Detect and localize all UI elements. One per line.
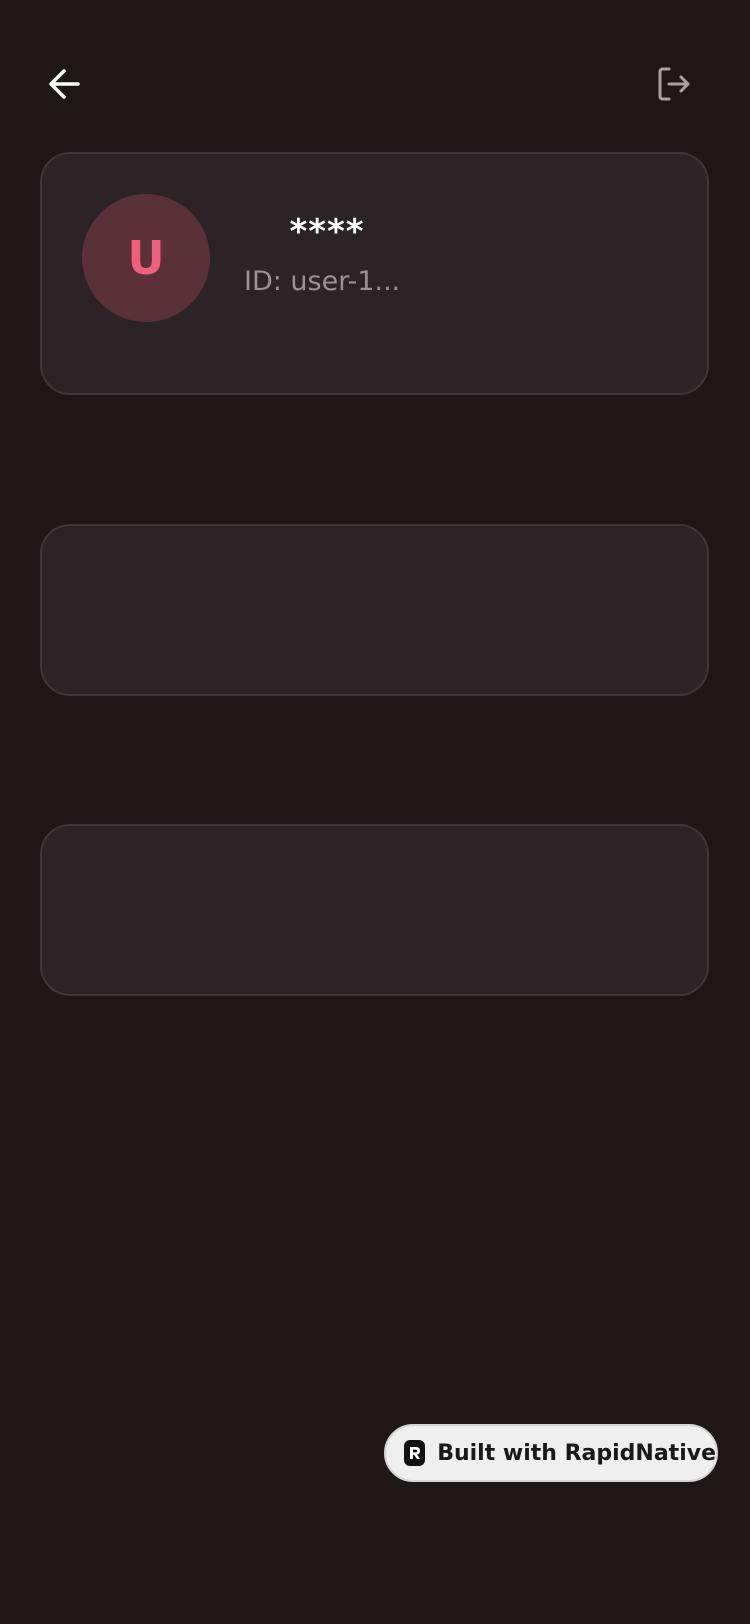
user-id: ID: user-1... [244,266,401,297]
profile-card: U **** ID: user-1... [40,152,709,395]
empty-card [40,524,709,696]
logout-icon [658,67,690,101]
avatar: U [82,194,210,322]
empty-card [40,824,709,996]
username: **** [289,212,365,252]
avatar-initial: U [127,231,165,285]
rapidnative-logo-icon [404,1440,426,1466]
arrow-left-icon [49,69,80,99]
logout-button[interactable] [646,56,702,112]
built-with-rapidnative-badge[interactable]: Built with RapidNative [384,1424,718,1482]
badge-label: Built with RapidNative [437,1440,716,1466]
back-button[interactable] [36,56,92,112]
